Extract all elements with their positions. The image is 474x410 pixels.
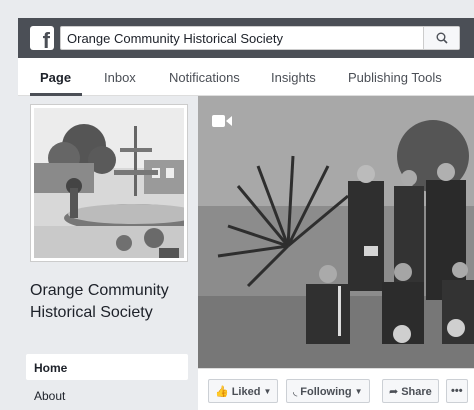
tab-page[interactable]: Page bbox=[40, 70, 71, 85]
caret-down-icon: ▼ bbox=[263, 387, 272, 396]
tab-notifications[interactable]: Notifications bbox=[169, 70, 240, 85]
share-button[interactable]: ➦ Share bbox=[382, 379, 439, 403]
tab-inbox[interactable]: Inbox bbox=[104, 70, 136, 85]
search-button[interactable] bbox=[423, 27, 459, 49]
band-photo bbox=[198, 96, 474, 368]
top-bar: f Orange Community Historical Society bbox=[18, 18, 474, 58]
sidebar-item-home[interactable]: Home bbox=[26, 354, 188, 380]
more-icon: ••• bbox=[451, 385, 463, 397]
tab-publishing-tools[interactable]: Publishing Tools bbox=[348, 70, 442, 85]
cover-photo[interactable] bbox=[198, 96, 474, 368]
liked-button[interactable]: 👍 Liked ▼ bbox=[208, 379, 279, 403]
video-camera-icon[interactable] bbox=[212, 114, 232, 128]
following-button[interactable]: ◟ Following ▼ bbox=[286, 379, 370, 403]
facebook-logo-icon[interactable]: f bbox=[30, 26, 54, 52]
search-icon bbox=[436, 32, 448, 44]
caret-down-icon: ▼ bbox=[354, 387, 363, 396]
search-input[interactable]: Orange Community Historical Society bbox=[67, 31, 283, 46]
search-box[interactable]: Orange Community Historical Society bbox=[60, 26, 460, 50]
profile-picture[interactable] bbox=[30, 104, 188, 262]
page-action-bar: 👍 Liked ▼ ◟ Following ▼ ➦ Share ••• bbox=[198, 368, 474, 410]
tab-insights[interactable]: Insights bbox=[271, 70, 316, 85]
more-options-button[interactable]: ••• bbox=[446, 379, 468, 403]
rss-icon: ◟ bbox=[293, 386, 298, 398]
page-nav-bar: Page Inbox Notifications Insights Publis… bbox=[18, 58, 474, 96]
sidebar-item-about[interactable]: About bbox=[26, 382, 188, 408]
thumbs-up-icon: 👍 bbox=[215, 386, 229, 398]
left-sidebar: Orange Community Historical Society Home… bbox=[18, 96, 198, 410]
share-arrow-icon: ➦ bbox=[389, 386, 399, 398]
fountain-photo bbox=[34, 108, 184, 258]
page-title: Orange Community Historical Society bbox=[30, 282, 169, 321]
